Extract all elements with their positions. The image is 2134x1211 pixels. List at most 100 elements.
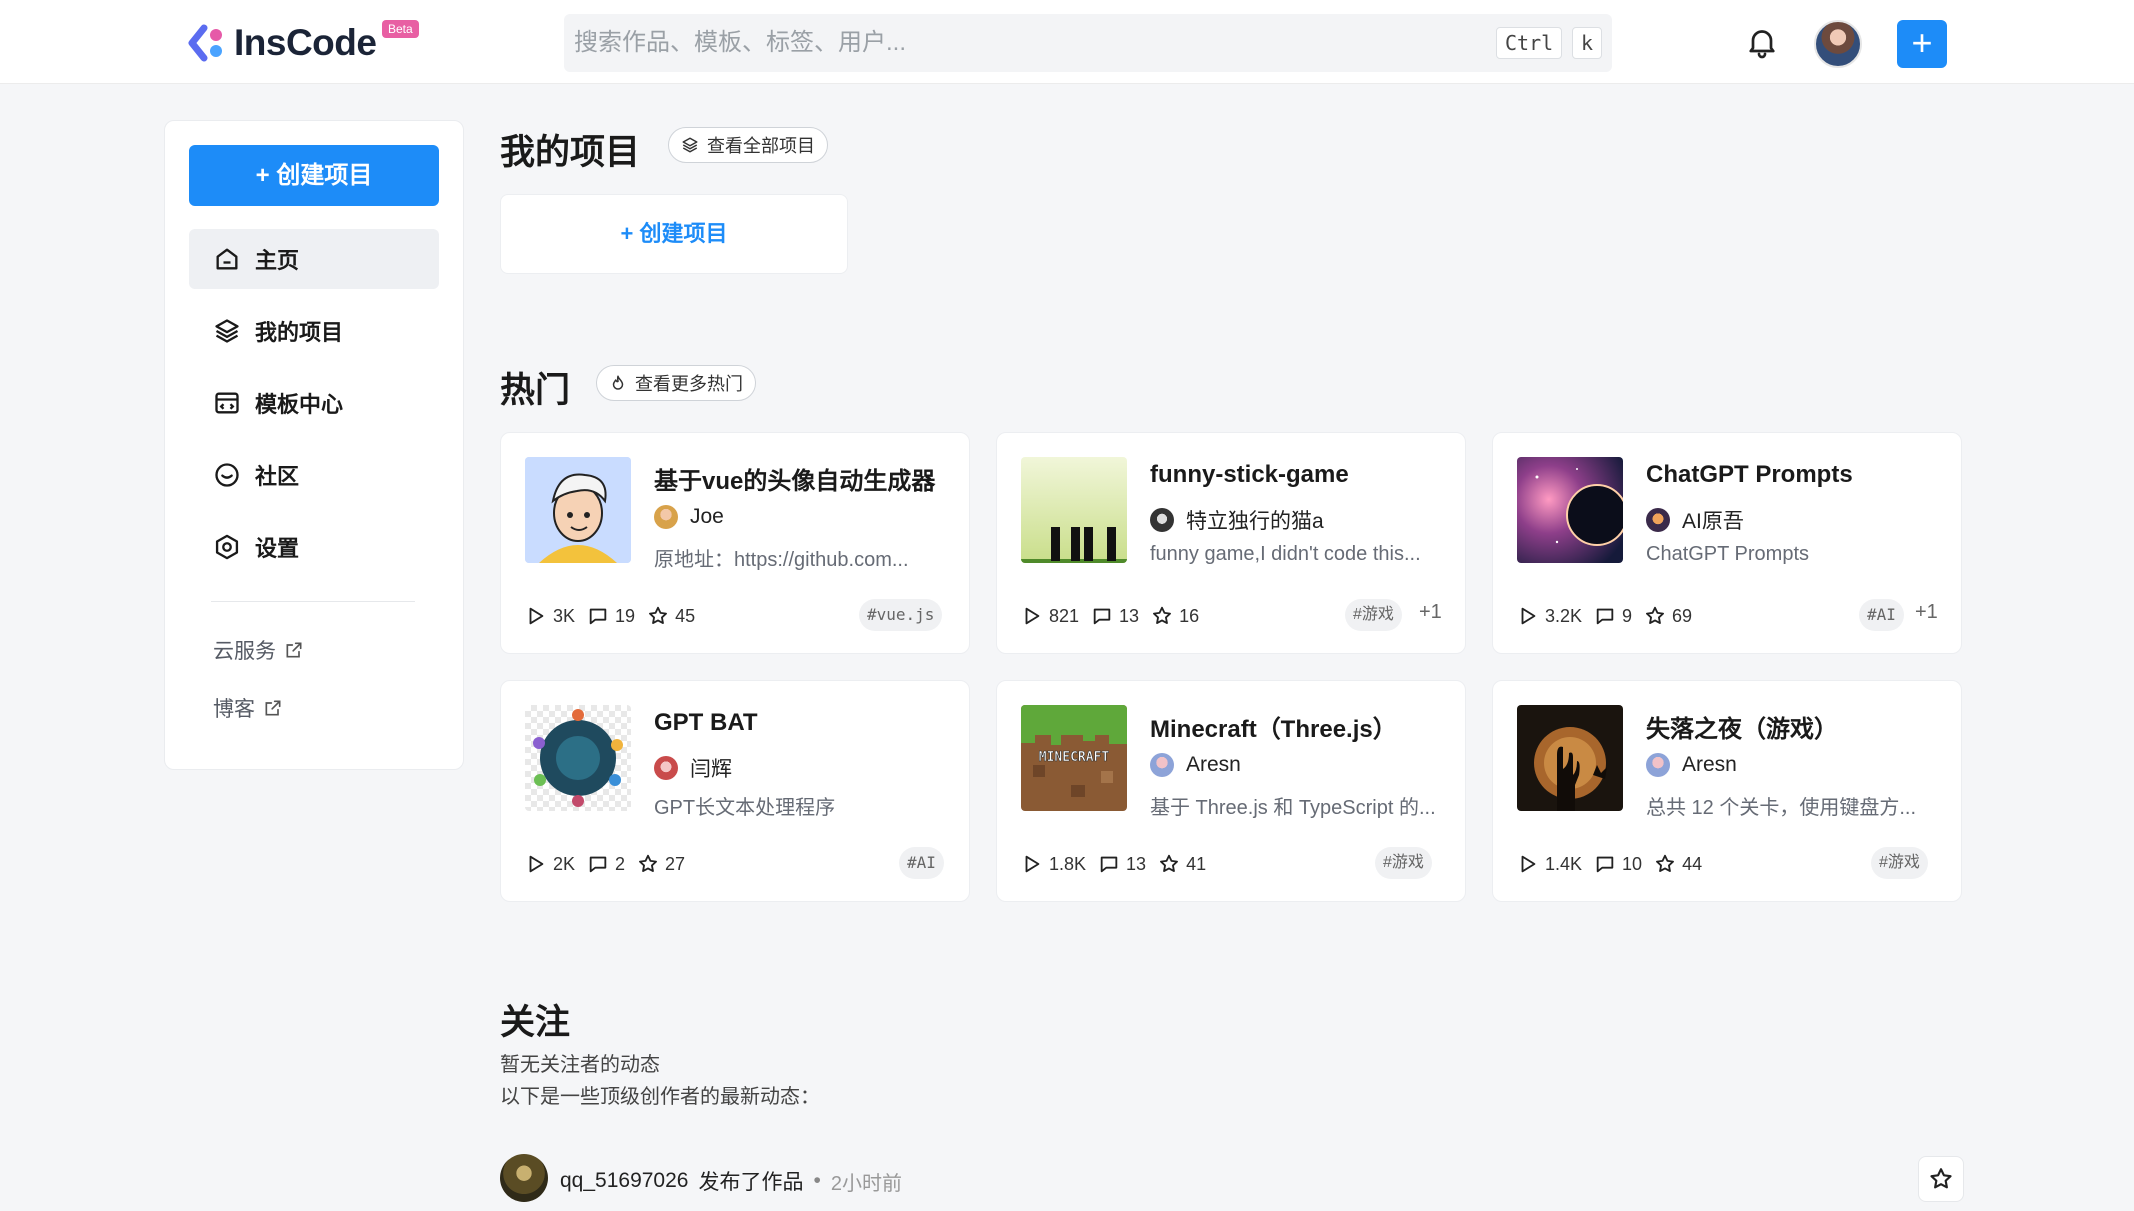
create-project-card[interactable]: + 创建项目 [500,194,848,274]
sidebar-item-label: 模板中心 [255,392,344,417]
project-tag[interactable]: #AI [1859,599,1904,631]
star-count: 27 [637,853,685,875]
logo-text: InsCode [234,22,377,63]
author-avatar [1150,508,1174,532]
comment-count: 9 [1594,605,1632,627]
project-author[interactable]: Aresn [1646,753,1737,777]
project-card[interactable]: ChatGPT Prompts AI原吾 ChatGPT Prompts 3.2… [1492,432,1962,654]
search-bar[interactable]: Ctrl k [564,14,1612,72]
project-description: 总共 12 个关卡，使用键盘方... [1646,797,1917,819]
sidebar-item-community[interactable]: 社区 [189,445,439,505]
sidebar-link-cloud-service[interactable]: 云服务 [213,635,304,665]
star-icon [1160,854,1179,872]
project-card[interactable]: 失落之夜（游戏） Aresn 总共 12 个关卡，使用键盘方... 1.4K 1… [1492,680,1962,902]
user-avatar[interactable] [1814,20,1862,68]
sidebar-divider [211,601,415,602]
feed-user-name[interactable]: qq_51697026 [560,1169,688,1193]
comment-count: 13 [1091,605,1139,627]
sidebar-item-settings[interactable]: 设置 [189,517,439,577]
project-tag[interactable]: #游戏 [1345,599,1402,631]
project-card[interactable]: MINECRAFT Minecraft（Three.js） Aresn 基于 T… [996,680,1466,902]
project-thumbnail [525,705,631,811]
run-count-value: 1.4K [1545,853,1583,874]
comment-icon [1596,608,1614,625]
play-icon [1025,607,1040,625]
notification-bell-icon[interactable] [1744,24,1780,60]
sidebar-item-my-projects[interactable]: 我的项目 [189,301,439,361]
search-input[interactable] [574,14,1434,72]
project-author[interactable]: Joe [654,505,724,529]
feed-action: 发布了作品 [698,1171,804,1194]
project-title: funny-stick-game [1150,461,1349,488]
fire-icon [612,375,624,390]
project-author[interactable]: AI原吾 [1646,505,1744,535]
project-card[interactable]: GPT BAT 闫辉 GPT长文本处理程序 2K 2 27 #AI [500,680,970,902]
play-icon [1521,855,1536,873]
sidebar-item-home[interactable]: 主页 [189,229,439,289]
sidebar-item-templates[interactable]: 模板中心 [189,373,439,433]
comment-icon [589,608,607,625]
more-tags-count[interactable]: +1 [1915,601,1938,624]
template-icon [215,392,239,414]
header-create-button[interactable]: + [1897,20,1947,68]
star-icon [1153,606,1172,624]
lost-night-game-image [1517,705,1623,811]
sidebar-item-label: 设置 [255,536,300,561]
project-thumbnail [1517,457,1623,563]
more-tags-count[interactable]: +1 [1419,601,1442,624]
project-tag[interactable]: #游戏 [1871,847,1928,879]
star-count-value: 16 [1179,605,1200,626]
run-count-value: 2K [553,853,576,874]
run-count-value: 1.8K [1049,853,1087,874]
external-link-icon [286,642,302,658]
comment-count-value: 13 [1126,853,1147,874]
project-author[interactable]: Aresn [1150,753,1241,777]
minecraft-block-image: MINECRAFT [1021,705,1127,811]
community-icon [215,463,239,487]
feed-item: qq_51697026 发布了作品 • 2小时前 [560,1166,902,1196]
author-avatar [1646,508,1670,532]
project-author[interactable]: 闫辉 [654,753,732,783]
comment-count-value: 2 [615,853,626,874]
sidebar-link-label: 博客 [213,698,255,721]
sidebar-create-project-button[interactable]: + 创建项目 [189,145,439,206]
comment-icon [1596,856,1614,873]
project-stats: 1.4K 10 44 [1517,853,1714,875]
star-count: 69 [1644,605,1692,627]
comment-count-value: 10 [1622,853,1643,874]
run-count: 3K [525,605,575,627]
hot-title: 热门 [500,371,571,410]
project-author[interactable]: 特立独行的猫a [1150,505,1324,535]
author-avatar [654,505,678,529]
sidebar-item-label: 社区 [255,464,300,489]
project-description: 原地址：https://github.com... [654,549,909,571]
play-icon [529,607,544,625]
feed-user-avatar[interactable] [500,1154,548,1202]
feed-star-button[interactable] [1918,1156,1964,1202]
sidebar: + 创建项目 主页 我的项目 模板中心 社区 设置 云服务 博客 [164,120,464,770]
view-more-hot-button[interactable]: 查看更多热门 [596,365,756,401]
follow-title: 关注 [500,1003,571,1042]
follow-sub-text: 以下是一些顶级创作者的最新动态： [500,1086,820,1108]
project-tag[interactable]: #游戏 [1375,847,1432,879]
play-icon [1025,855,1040,873]
project-title: ChatGPT Prompts [1646,461,1853,488]
project-card[interactable]: funny-stick-game 特立独行的猫a funny game,I di… [996,432,1466,654]
project-description: GPT长文本处理程序 [654,797,836,819]
author-name: Joe [690,505,724,528]
project-stats: 3K 19 45 [525,605,707,627]
author-avatar [1150,753,1174,777]
sidebar-link-blog[interactable]: 博客 [213,693,283,723]
logo[interactable]: InsCode Beta [188,20,419,64]
round-table-image [533,709,623,807]
comment-count: 19 [587,605,635,627]
project-tag[interactable]: #AI [899,847,944,879]
project-tag[interactable]: #vue.js [859,599,943,631]
author-name: AI原吾 [1682,510,1744,533]
beta-badge: Beta [382,20,419,38]
view-all-projects-button[interactable]: 查看全部项目 [668,127,828,163]
play-icon [529,855,544,873]
comment-count-value: 19 [615,605,636,626]
project-card[interactable]: 基于vue的头像自动生成器 Joe 原地址：https://github.com… [500,432,970,654]
star-icon [1930,1168,1952,1189]
